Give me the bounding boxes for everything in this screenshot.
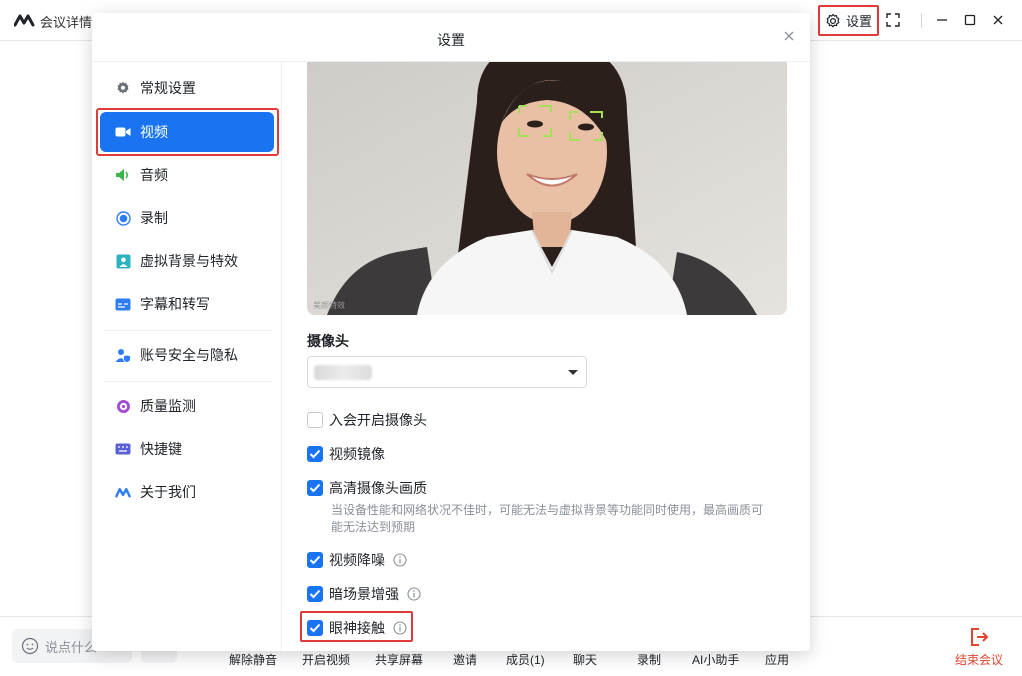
check-icon xyxy=(309,589,321,599)
exit-icon xyxy=(971,628,988,646)
info-icon[interactable] xyxy=(407,587,421,601)
toolbar-share-screen[interactable]: 共享屏幕 xyxy=(375,651,423,668)
minimize-icon xyxy=(937,19,947,21)
close-icon xyxy=(993,15,1003,25)
toolbar-chat[interactable]: 聊天 xyxy=(573,651,597,668)
sidebar-item-audio[interactable]: 音频 xyxy=(100,155,274,195)
minimize-button[interactable] xyxy=(933,11,951,29)
maximize-icon xyxy=(964,14,976,26)
settings-dialog: 设置 常规设置 视频 音频 录制 虚拟背景与特效 字幕和转写 账号安全与隐私 质… xyxy=(92,13,810,651)
sidebar-item-label: 虚拟背景与特效 xyxy=(140,253,238,269)
toolbar-members[interactable]: 成员(1) xyxy=(506,651,545,668)
sidebar-item-captions[interactable]: 字幕和转写 xyxy=(100,284,274,324)
sidebar-item-shortcuts[interactable]: 快捷键 xyxy=(100,429,274,469)
sidebar-item-record[interactable]: 录制 xyxy=(100,198,274,238)
option-video-denoise[interactable]: 视频降噪 xyxy=(307,550,407,570)
caption-icon xyxy=(115,296,131,312)
toolbar-ai-assistant[interactable]: AI小助手 xyxy=(692,651,739,668)
toolbar-apps[interactable]: 应用 xyxy=(765,651,789,668)
option-label: 高清摄像头画质 xyxy=(329,480,427,496)
user-shield-icon xyxy=(115,347,131,363)
option-label: 暗场景增强 xyxy=(329,586,399,602)
info-icon[interactable] xyxy=(393,553,407,567)
toolbar-start-video[interactable]: 开启视频 xyxy=(302,651,350,668)
video-settings-panel: 美颜特效 摄像头 入会开启摄像头 视频镜像 高清摄像头画质 当设备性能和网络状况… xyxy=(283,62,810,651)
speaker-icon xyxy=(115,167,131,183)
dialog-header: 设置 xyxy=(92,13,810,62)
keyboard-icon xyxy=(115,441,131,457)
settings-sidebar: 常规设置 视频 音频 录制 虚拟背景与特效 字幕和转写 账号安全与隐私 质量监测… xyxy=(92,62,282,651)
option-label: 入会开启摄像头 xyxy=(329,412,427,428)
dialog-close-icon[interactable] xyxy=(782,29,796,43)
check-icon xyxy=(309,483,321,493)
dialog-title: 设置 xyxy=(437,32,465,48)
sidebar-item-label: 常规设置 xyxy=(140,80,196,96)
sidebar-item-label: 账号安全与隐私 xyxy=(140,347,238,363)
sidebar-divider xyxy=(104,381,272,382)
chat-placeholder: 说点什么 xyxy=(45,639,98,655)
sidebar-item-general[interactable]: 常规设置 xyxy=(100,68,274,108)
option-low-light-enhance[interactable]: 暗场景增强 xyxy=(307,584,421,604)
app-logo-icon xyxy=(14,14,35,27)
camera-preview-image xyxy=(307,62,787,315)
checkbox[interactable] xyxy=(307,412,323,428)
toolbar-invite[interactable]: 邀请 xyxy=(453,651,477,668)
settings-button-label: 设置 xyxy=(845,14,872,29)
sidebar-item-label: 音频 xyxy=(140,167,168,183)
meeting-details-link[interactable]: 会议详情 xyxy=(40,12,92,31)
option-hd-camera[interactable]: 高清摄像头画质 xyxy=(307,478,427,498)
end-meeting-button[interactable]: 结束会议 xyxy=(954,627,1004,668)
toolbar-unmute[interactable]: 解除静音 xyxy=(229,651,277,668)
sidebar-item-virtual-background[interactable]: 虚拟背景与特效 xyxy=(100,241,274,281)
preview-caption: 美颜特效 xyxy=(313,301,345,310)
close-window-button[interactable] xyxy=(989,11,1007,29)
checkbox[interactable] xyxy=(307,480,323,496)
sidebar-item-label: 关于我们 xyxy=(140,484,196,500)
option-mirror-video[interactable]: 视频镜像 xyxy=(307,444,385,464)
sidebar-item-about[interactable]: 关于我们 xyxy=(100,472,274,512)
checkbox[interactable] xyxy=(307,586,323,602)
end-meeting-label: 结束会议 xyxy=(954,653,1003,667)
camera-select[interactable] xyxy=(307,356,587,388)
toolbar-record[interactable]: 录制 xyxy=(637,651,661,668)
video-tab-highlight xyxy=(96,108,279,156)
portrait-icon xyxy=(115,253,131,269)
sidebar-item-label: 质量监测 xyxy=(140,398,196,414)
logo-icon xyxy=(115,484,131,500)
option-label: 视频降噪 xyxy=(329,552,385,568)
gear-icon xyxy=(826,13,840,27)
sidebar-item-label: 录制 xyxy=(140,210,168,226)
gear-icon xyxy=(115,80,131,96)
sidebar-item-label: 快捷键 xyxy=(140,441,182,457)
eye-contact-highlight xyxy=(300,611,413,642)
camera-device-name xyxy=(314,365,372,380)
check-icon xyxy=(309,555,321,565)
hd-camera-hint: 当设备性能和网络状况不佳时，可能无法与虚拟背景等功能同时使用，最高画质可能无法达… xyxy=(331,503,764,534)
quality-icon xyxy=(115,398,131,414)
sidebar-divider xyxy=(104,330,272,331)
sidebar-item-security[interactable]: 账号安全与隐私 xyxy=(100,335,274,375)
option-join-with-camera[interactable]: 入会开启摄像头 xyxy=(307,410,427,430)
titlebar-divider xyxy=(921,13,922,28)
fullscreen-icon xyxy=(886,13,900,27)
fullscreen-button[interactable] xyxy=(884,11,902,29)
sidebar-item-label: 字幕和转写 xyxy=(140,296,210,312)
chevron-down-icon xyxy=(568,370,578,375)
record-icon xyxy=(115,210,131,226)
checkbox[interactable] xyxy=(307,446,323,462)
check-icon xyxy=(309,449,321,459)
camera-section-label: 摄像头 xyxy=(307,333,349,349)
sidebar-item-quality[interactable]: 质量监测 xyxy=(100,386,274,426)
settings-button[interactable]: 设置 xyxy=(818,5,879,36)
option-label: 视频镜像 xyxy=(329,446,385,462)
checkbox[interactable] xyxy=(307,552,323,568)
maximize-button[interactable] xyxy=(961,11,979,29)
emoji-icon xyxy=(21,637,39,655)
camera-preview: 美颜特效 xyxy=(307,62,787,315)
